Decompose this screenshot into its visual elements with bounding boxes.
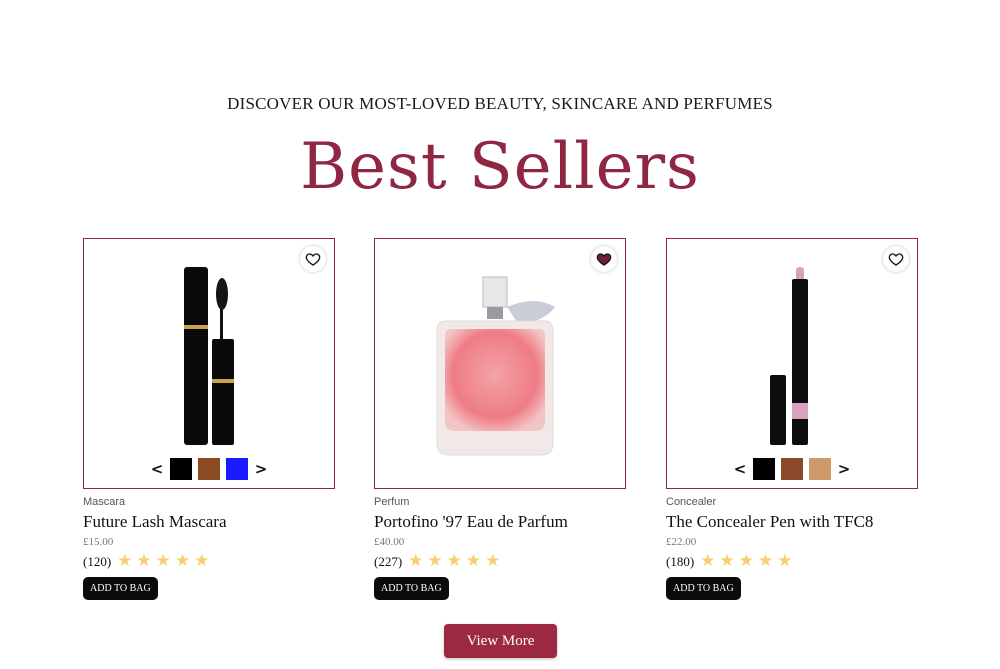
review-count: (180) bbox=[666, 553, 695, 569]
product-category: Mascara bbox=[83, 496, 126, 508]
product-price: £15.00 bbox=[83, 536, 114, 548]
page-subtitle: DISCOVER OUR MOST-LOVED BEAUTY, SKINCARE… bbox=[227, 94, 773, 113]
star-icon: ★ bbox=[700, 551, 716, 571]
product-price: £40.00 bbox=[374, 536, 405, 548]
product-rating: (180) ★ ★ ★ ★ ★ bbox=[666, 553, 918, 570]
color-swatch[interactable] bbox=[781, 458, 803, 480]
perfume-product-image bbox=[436, 276, 555, 456]
product-rating: (227) ★ ★ ★ ★ ★ bbox=[374, 553, 626, 570]
star-icon: ★ bbox=[427, 551, 443, 571]
product-category: Concealer bbox=[666, 496, 717, 508]
product-price: £22.00 bbox=[666, 536, 697, 548]
wishlist-button[interactable] bbox=[591, 246, 617, 272]
star-icon: ★ bbox=[738, 551, 754, 571]
wishlist-button[interactable] bbox=[883, 246, 909, 272]
product-category: Perfum bbox=[374, 496, 410, 508]
star-icon: ★ bbox=[408, 551, 424, 571]
heart-outline-icon bbox=[888, 253, 904, 266]
color-swatch[interactable] bbox=[809, 458, 831, 480]
star-icon: ★ bbox=[719, 551, 735, 571]
star-icon: ★ bbox=[485, 551, 501, 571]
product-image-frame[interactable] bbox=[374, 238, 626, 489]
color-swatch[interactable] bbox=[226, 458, 248, 480]
view-more-button[interactable]: View More bbox=[444, 624, 557, 658]
color-swatch[interactable] bbox=[170, 458, 192, 480]
color-swatch-selector: < > bbox=[84, 458, 334, 480]
star-icon: ★ bbox=[155, 551, 171, 571]
heart-outline-icon bbox=[305, 253, 321, 266]
star-icon: ★ bbox=[194, 551, 210, 571]
color-swatch-selector: < > bbox=[667, 458, 917, 480]
star-icon: ★ bbox=[446, 551, 462, 571]
concealer-product-image bbox=[770, 267, 808, 445]
add-to-bag-button[interactable]: ADD TO BAG bbox=[374, 577, 449, 600]
add-to-bag-button[interactable]: ADD TO BAG bbox=[83, 577, 158, 600]
product-card: < > Mascara Future Lash Mascara £15.00 (… bbox=[83, 238, 335, 600]
star-icon: ★ bbox=[136, 551, 152, 571]
star-icon: ★ bbox=[757, 551, 774, 571]
product-image-frame[interactable]: < > bbox=[83, 238, 335, 489]
color-swatch[interactable] bbox=[198, 458, 220, 480]
mascara-product-image bbox=[184, 267, 234, 445]
star-icon: ★ bbox=[117, 551, 133, 571]
product-card: Perfum Portofino '97 Eau de Parfum £40.0… bbox=[374, 238, 626, 600]
product-rating: (120) ★ ★ ★ ★ ★ bbox=[83, 553, 335, 570]
product-card: < > Concealer The Concealer Pen with TFC… bbox=[666, 238, 918, 600]
star-icon: ★ bbox=[777, 551, 793, 571]
review-count: (120) bbox=[83, 553, 112, 569]
product-image-frame[interactable]: < > bbox=[666, 238, 918, 489]
review-count: (227) bbox=[374, 553, 403, 569]
chevron-left-icon[interactable]: < bbox=[150, 460, 164, 478]
add-to-bag-button[interactable]: ADD TO BAG bbox=[666, 577, 741, 600]
chevron-right-icon[interactable]: > bbox=[837, 460, 851, 478]
heart-filled-icon bbox=[596, 253, 612, 266]
chevron-left-icon[interactable]: < bbox=[733, 460, 747, 478]
wishlist-button[interactable] bbox=[300, 246, 326, 272]
product-name[interactable]: The Concealer Pen with TFC8 bbox=[666, 512, 918, 532]
page-title: Best Sellers bbox=[300, 130, 700, 204]
chevron-right-icon[interactable]: > bbox=[254, 460, 268, 478]
star-icon: ★ bbox=[465, 551, 482, 571]
color-swatch[interactable] bbox=[753, 458, 775, 480]
star-icon: ★ bbox=[174, 551, 191, 571]
product-name[interactable]: Future Lash Mascara bbox=[83, 512, 335, 532]
product-name[interactable]: Portofino '97 Eau de Parfum bbox=[374, 512, 626, 532]
